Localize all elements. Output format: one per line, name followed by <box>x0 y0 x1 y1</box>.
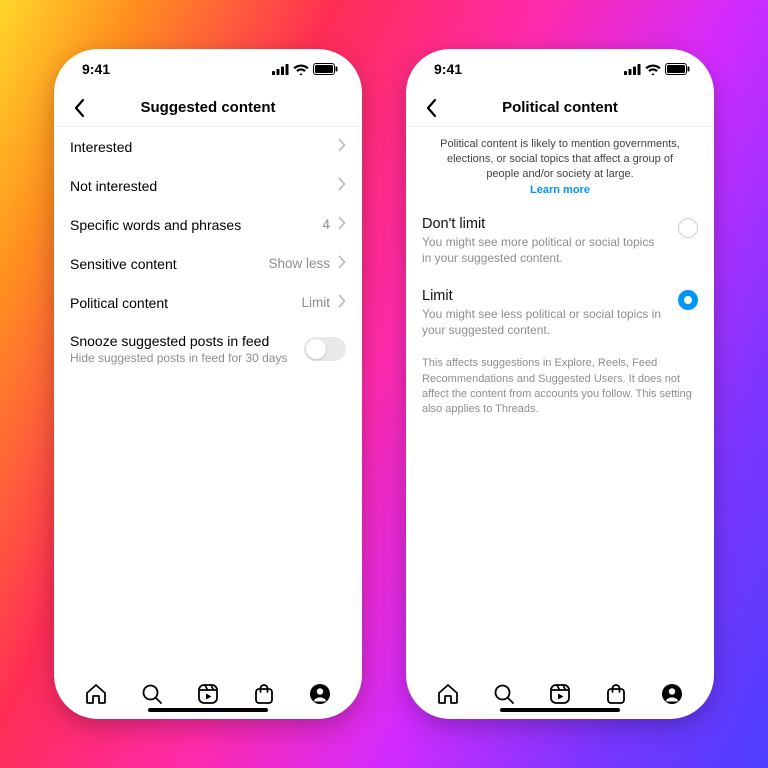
wifi-icon <box>645 64 661 75</box>
row-value: Limit <box>301 295 330 310</box>
chevron-right-icon <box>338 255 346 272</box>
status-bar: 9:41 <box>406 49 714 89</box>
tab-profile[interactable] <box>307 681 333 707</box>
chevron-right-icon <box>338 177 346 194</box>
option-title: Don't limit <box>422 216 666 232</box>
tab-home[interactable] <box>83 681 109 707</box>
header: Political content <box>406 89 714 127</box>
option-desc: You might see more political or social t… <box>422 234 666 266</box>
radio-unselected[interactable] <box>678 218 698 238</box>
radio-selected[interactable] <box>678 290 698 310</box>
description-text: Political content is likely to mention g… <box>406 127 714 184</box>
chevron-left-icon <box>425 98 437 118</box>
home-indicator[interactable] <box>500 708 620 712</box>
chevron-right-icon <box>338 138 346 155</box>
row-sublabel: Hide suggested posts in feed for 30 days <box>70 351 287 365</box>
status-bar: 9:41 <box>54 49 362 89</box>
row-specific-words[interactable]: Specific words and phrases 4 <box>54 205 362 244</box>
row-label: Not interested <box>70 178 157 194</box>
row-sensitive-content[interactable]: Sensitive content Show less <box>54 244 362 283</box>
battery-icon <box>313 63 338 75</box>
footnote-text: This affects suggestions in Explore, Ree… <box>406 350 714 424</box>
row-not-interested[interactable]: Not interested <box>54 166 362 205</box>
row-value: 4 <box>322 217 330 232</box>
cellular-icon <box>272 64 289 75</box>
page-title: Suggested content <box>140 99 275 116</box>
battery-icon <box>665 63 690 75</box>
header: Suggested content <box>54 89 362 127</box>
tab-home[interactable] <box>435 681 461 707</box>
chevron-left-icon <box>73 98 85 118</box>
row-snooze-posts[interactable]: Snooze suggested posts in feed Hide sugg… <box>54 322 362 376</box>
option-dont-limit[interactable]: Don't limit You might see more political… <box>406 206 714 278</box>
option-desc: You might see less political or social t… <box>422 306 666 338</box>
tab-shop[interactable] <box>603 681 629 707</box>
row-label: Interested <box>70 139 132 155</box>
tab-profile[interactable] <box>659 681 685 707</box>
home-icon <box>84 682 108 706</box>
home-indicator[interactable] <box>148 708 268 712</box>
status-time: 9:41 <box>434 61 462 77</box>
profile-icon <box>308 682 332 706</box>
learn-more-link[interactable]: Learn more <box>406 184 714 206</box>
back-button[interactable] <box>64 93 94 123</box>
chevron-right-icon <box>338 216 346 233</box>
settings-list: Interested Not interested Specific words… <box>54 127 362 669</box>
wifi-icon <box>293 64 309 75</box>
row-political-content[interactable]: Political content Limit <box>54 283 362 322</box>
status-time: 9:41 <box>82 61 110 77</box>
search-icon <box>492 682 516 706</box>
tab-reels[interactable] <box>547 681 573 707</box>
row-label: Snooze suggested posts in feed <box>70 333 287 349</box>
row-label: Specific words and phrases <box>70 217 241 233</box>
row-label: Sensitive content <box>70 256 177 272</box>
tab-search[interactable] <box>139 681 165 707</box>
row-label: Political content <box>70 295 168 311</box>
political-settings: Political content is likely to mention g… <box>406 127 714 669</box>
shop-icon <box>604 682 628 706</box>
search-icon <box>140 682 164 706</box>
phone-suggested-content: 9:41 Suggested content Interested Not <box>54 49 362 719</box>
profile-icon <box>660 682 684 706</box>
reels-icon <box>548 682 572 706</box>
option-title: Limit <box>422 288 666 304</box>
reels-icon <box>196 682 220 706</box>
tab-search[interactable] <box>491 681 517 707</box>
status-indicators <box>272 63 338 75</box>
status-indicators <box>624 63 690 75</box>
option-limit[interactable]: Limit You might see less political or so… <box>406 278 714 350</box>
row-interested[interactable]: Interested <box>54 127 362 166</box>
page-title: Political content <box>502 99 618 116</box>
chevron-right-icon <box>338 294 346 311</box>
phone-political-content: 9:41 Political content Political content… <box>406 49 714 719</box>
tab-shop[interactable] <box>251 681 277 707</box>
shop-icon <box>252 682 276 706</box>
back-button[interactable] <box>416 93 446 123</box>
cellular-icon <box>624 64 641 75</box>
tab-reels[interactable] <box>195 681 221 707</box>
snooze-toggle[interactable] <box>304 337 346 361</box>
home-icon <box>436 682 460 706</box>
row-value: Show less <box>268 256 330 271</box>
